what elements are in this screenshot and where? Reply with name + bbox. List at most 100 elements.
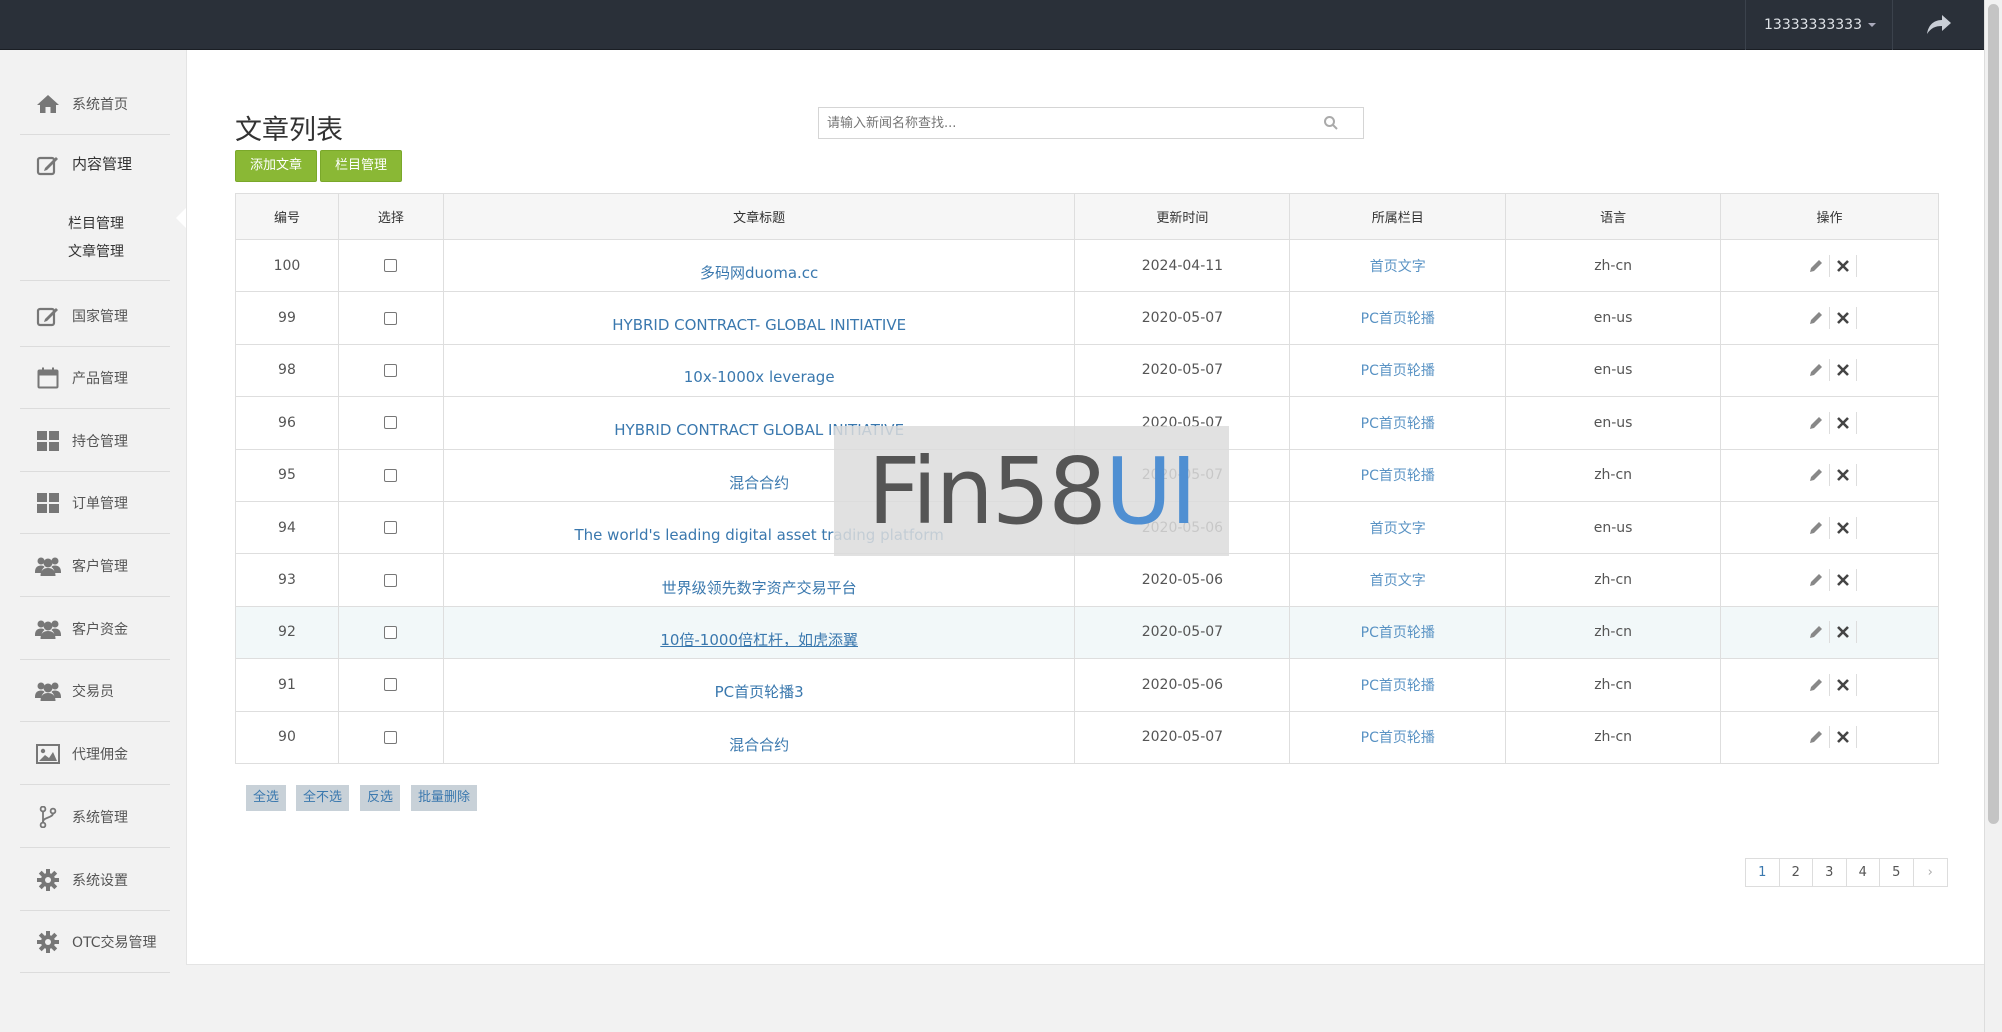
close-icon — [1836, 678, 1849, 691]
close-icon — [1836, 521, 1849, 534]
column-header: 文章标题 — [442, 193, 1076, 240]
grid-icon — [34, 429, 62, 453]
sidebar-item-5[interactable]: 订单管理 — [20, 472, 170, 534]
watermark-text-2: UI — [1104, 437, 1197, 545]
article-title-link[interactable]: HYBRID CONTRACT- GLOBAL INITIATIVE — [612, 316, 906, 334]
article-title-link[interactable]: 世界级领先数字资产交易平台 — [662, 579, 857, 597]
article-title-link[interactable]: 混合合约 — [729, 474, 789, 492]
sidebar-item-10[interactable]: 系统管理 — [20, 786, 170, 848]
next-page-button[interactable]: › — [1913, 859, 1947, 886]
edit-button[interactable] — [1803, 462, 1829, 488]
delete-button[interactable] — [1830, 515, 1856, 541]
article-title-link[interactable]: 10倍-1000倍杠杆，如虎添翼 — [660, 631, 858, 649]
page-4-button[interactable]: 4 — [1846, 859, 1880, 886]
invert-selection-button[interactable]: 反选 — [360, 785, 401, 811]
edit-button[interactable] — [1803, 672, 1829, 698]
delete-button[interactable] — [1830, 305, 1856, 331]
sidebar-item-2[interactable]: 国家管理 — [20, 285, 170, 347]
delete-button[interactable] — [1830, 724, 1856, 750]
vertical-scrollbar[interactable] — [1984, 0, 2002, 1032]
delete-button[interactable] — [1830, 462, 1856, 488]
article-title-link[interactable]: 10x-1000x leverage — [684, 368, 835, 386]
row-checkbox[interactable] — [384, 259, 398, 273]
article-title-link[interactable]: 混合合约 — [729, 736, 789, 754]
row-checkbox[interactable] — [384, 730, 398, 744]
search-icon[interactable] — [1323, 115, 1339, 131]
row-select-cell — [337, 448, 444, 502]
edit-button[interactable] — [1803, 619, 1829, 645]
user-menu[interactable]: 13333333333 — [1745, 0, 1892, 50]
article-title-link[interactable]: PC首页轮播3 — [715, 683, 804, 701]
row-checkbox[interactable] — [384, 678, 398, 692]
row-checkbox[interactable] — [384, 416, 398, 430]
delete-button[interactable] — [1830, 672, 1856, 698]
column-link[interactable]: PC首页轮播 — [1361, 311, 1435, 327]
action-divider — [1855, 464, 1857, 487]
sidebar-item-9[interactable]: 代理佣金 — [20, 723, 170, 785]
row-select-cell — [337, 396, 444, 450]
column-link[interactable]: PC首页轮播 — [1361, 363, 1435, 379]
column-link[interactable]: 首页文字 — [1370, 521, 1426, 537]
row-checkbox[interactable] — [384, 311, 398, 325]
row-checkbox[interactable] — [384, 363, 398, 377]
edit-button[interactable] — [1803, 305, 1829, 331]
column-link[interactable]: PC首页轮播 — [1361, 730, 1435, 746]
action-divider — [1855, 411, 1857, 434]
sidebar-item-label: 国家管理 — [72, 308, 128, 325]
row-column-cell: PC首页轮播 — [1289, 710, 1507, 764]
row-checkbox[interactable] — [384, 468, 398, 482]
edit-button[interactable] — [1803, 410, 1829, 436]
select-all-button[interactable]: 全选 — [246, 785, 287, 811]
users-icon — [34, 554, 62, 578]
column-link[interactable]: PC首页轮播 — [1361, 625, 1435, 641]
page-1-button[interactable]: 1 — [1746, 859, 1780, 886]
page-3-button[interactable]: 3 — [1813, 859, 1847, 886]
row-checkbox[interactable] — [384, 573, 398, 587]
page-5-button[interactable]: 5 — [1880, 859, 1914, 886]
delete-button[interactable] — [1830, 619, 1856, 645]
edit-button[interactable] — [1803, 253, 1829, 279]
search-input[interactable] — [819, 108, 1299, 138]
column-manage-button[interactable]: 栏目管理 — [320, 150, 403, 182]
batch-delete-button[interactable]: 批量删除 — [411, 785, 478, 811]
sidebar-item-0[interactable]: 系统首页 — [20, 73, 170, 135]
sidebar-item-4[interactable]: 持仓管理 — [20, 410, 170, 472]
row-checkbox[interactable] — [384, 521, 398, 535]
column-link[interactable]: 首页文字 — [1370, 573, 1426, 589]
username: 13333333333 — [1764, 17, 1862, 33]
edit-button[interactable] — [1803, 567, 1829, 593]
sidebar-item-6[interactable]: 客户管理 — [20, 535, 170, 597]
logout-button[interactable] — [1892, 0, 1984, 50]
sidebar-subitem-1[interactable]: 文章管理 — [68, 241, 124, 261]
scrollbar-thumb[interactable] — [1988, 4, 1999, 824]
add-article-button[interactable]: 添加文章 — [235, 150, 318, 182]
sidebar-item-12[interactable]: OTC交易管理 — [20, 911, 170, 973]
page-2-button[interactable]: 2 — [1779, 859, 1813, 886]
delete-button[interactable] — [1830, 253, 1856, 279]
article-title-link[interactable]: 多码网duoma.cc — [700, 264, 818, 282]
row-checkbox[interactable] — [384, 625, 398, 639]
row-column-cell: PC首页轮播 — [1289, 448, 1507, 502]
delete-button[interactable] — [1830, 410, 1856, 436]
sidebar-item-7[interactable]: 客户资金 — [20, 598, 170, 660]
column-link[interactable]: PC首页轮播 — [1361, 416, 1435, 432]
sidebar-item-label: 系统管理 — [72, 809, 128, 826]
row-lang: zh-cn — [1505, 658, 1722, 712]
users-icon — [34, 679, 62, 703]
sidebar-subitem-0[interactable]: 栏目管理 — [68, 213, 124, 233]
column-link[interactable]: 首页文字 — [1370, 259, 1426, 275]
delete-button[interactable] — [1830, 357, 1856, 383]
edit-button[interactable] — [1803, 515, 1829, 541]
edit-button[interactable] — [1803, 724, 1829, 750]
row-lang: en-us — [1505, 291, 1722, 345]
delete-button[interactable] — [1830, 567, 1856, 593]
sidebar-item-11[interactable]: 系统设置 — [20, 849, 170, 911]
row-id: 92 — [235, 605, 339, 660]
column-link[interactable]: PC首页轮播 — [1361, 468, 1435, 484]
column-link[interactable]: PC首页轮播 — [1361, 678, 1435, 694]
close-icon — [1836, 312, 1849, 324]
sidebar-item-8[interactable]: 交易员 — [20, 660, 170, 722]
sidebar-item-3[interactable]: 产品管理 — [20, 347, 170, 409]
select-none-button[interactable]: 全不选 — [296, 785, 350, 811]
edit-button[interactable] — [1803, 357, 1829, 383]
